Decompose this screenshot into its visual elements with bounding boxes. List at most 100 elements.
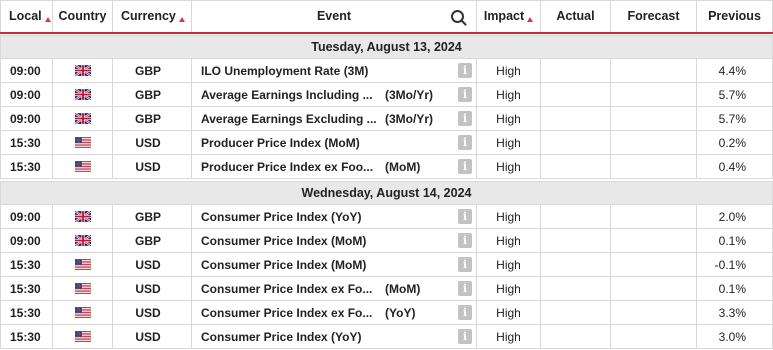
gb-flag-icon (74, 234, 91, 248)
col-currency-label: Currency (121, 9, 176, 24)
gb-flag-icon (74, 112, 91, 126)
event-row[interactable]: 09:00 GBP Consumer Price Index (MoM) i High 0… (0, 228, 773, 253)
event-cell[interactable]: Producer Price Index (MoM) i (191, 130, 477, 155)
country-cell (52, 154, 113, 179)
event-cell[interactable]: Average Earnings Excluding ... (3Mo/Yr) i (191, 106, 477, 131)
event-time: 15:30 (0, 154, 53, 179)
us-flag-icon (74, 258, 91, 272)
event-time: 09:00 (0, 204, 53, 229)
event-currency: USD (112, 300, 192, 325)
event-time: 15:30 (0, 300, 53, 325)
event-time: 09:00 (0, 228, 53, 253)
event-cell[interactable]: Consumer Price Index (YoY) i (191, 324, 477, 349)
col-currency[interactable]: Currency (112, 0, 192, 34)
info-icon[interactable]: i (458, 329, 472, 344)
event-cell[interactable]: Average Earnings Including ... (3Mo/Yr) i (191, 82, 477, 107)
event-time: 15:30 (0, 276, 53, 301)
info-icon[interactable]: i (458, 63, 472, 78)
event-row[interactable]: 15:30 USD Producer Price Index ex Foo... (M… (0, 154, 773, 179)
event-actual (540, 324, 611, 349)
event-currency: GBP (112, 204, 192, 229)
col-impact[interactable]: Impact (476, 0, 541, 34)
event-name[interactable]: Consumer Price Index (MoM) (201, 258, 366, 272)
event-name[interactable]: Average Earnings Including ... (201, 88, 373, 102)
event-cell[interactable]: Producer Price Index ex Foo... (MoM) i (191, 154, 477, 179)
event-name[interactable]: ILO Unemployment Rate (3M) (201, 64, 368, 78)
country-cell (52, 324, 113, 349)
event-forecast (610, 252, 697, 277)
event-row[interactable]: 15:30 USD Consumer Price Index ex Fo... (Yo… (0, 300, 773, 325)
sort-arrow-icon[interactable] (527, 17, 534, 23)
col-local[interactable]: Local (0, 0, 53, 34)
event-forecast (610, 276, 697, 301)
event-period: (YoY) (385, 306, 416, 320)
event-row[interactable]: 15:30 USD Producer Price Index (MoM) i High 0… (0, 130, 773, 155)
event-currency: USD (112, 130, 192, 155)
event-name[interactable]: Consumer Price Index (MoM) (201, 234, 366, 248)
event-cell[interactable]: Consumer Price Index ex Fo... (YoY) i (191, 300, 477, 325)
us-flag-icon (74, 160, 91, 174)
col-impact-label: Impact (483, 9, 525, 24)
event-row[interactable]: 15:30 USD Consumer Price Index ex Fo... (Mo… (0, 276, 773, 301)
event-name[interactable]: Consumer Price Index ex Fo... (201, 306, 372, 320)
col-previous-label: Previous (708, 9, 761, 24)
event-actual (540, 228, 611, 253)
day-header-row: Tuesday, August 13, 2024 (0, 35, 773, 59)
us-flag-icon (74, 306, 91, 320)
event-forecast (610, 324, 697, 349)
event-impact: High (476, 324, 541, 349)
col-country[interactable]: Country (52, 0, 113, 34)
info-icon[interactable]: i (458, 305, 472, 320)
info-icon[interactable]: i (458, 209, 472, 224)
info-icon[interactable]: i (458, 159, 472, 174)
country-cell (52, 58, 113, 83)
country-cell (52, 300, 113, 325)
event-period: (MoM) (385, 282, 421, 296)
info-icon[interactable]: i (458, 87, 472, 102)
event-row[interactable]: 09:00 GBP Average Earnings Including ... (3… (0, 82, 773, 107)
event-currency: USD (112, 252, 192, 277)
country-cell (52, 276, 113, 301)
col-event[interactable]: Event (191, 0, 477, 34)
event-name[interactable]: Consumer Price Index (YoY) (201, 210, 361, 224)
event-currency: GBP (112, 106, 192, 131)
event-time: 09:00 (0, 106, 53, 131)
event-row[interactable]: 15:30 USD Consumer Price Index (YoY) i High 3… (0, 324, 773, 349)
event-row[interactable]: 09:00 GBP ILO Unemployment Rate (3M) i High 4… (0, 58, 773, 83)
event-name[interactable]: Producer Price Index (MoM) (201, 136, 360, 150)
info-icon[interactable]: i (458, 257, 472, 272)
event-row[interactable]: 09:00 GBP Average Earnings Excluding ... (3… (0, 106, 773, 131)
info-icon[interactable]: i (458, 135, 472, 150)
search-icon[interactable] (451, 10, 464, 23)
event-previous: 0.2% (696, 130, 773, 155)
event-cell[interactable]: Consumer Price Index ex Fo... (MoM) i (191, 276, 477, 301)
col-event-label: Event (316, 9, 352, 24)
event-name[interactable]: Consumer Price Index (YoY) (201, 330, 361, 344)
event-impact: High (476, 58, 541, 83)
event-cell[interactable]: ILO Unemployment Rate (3M) i (191, 58, 477, 83)
event-name[interactable]: Consumer Price Index ex Fo... (201, 282, 372, 296)
sort-arrow-icon[interactable] (44, 17, 51, 23)
event-currency: GBP (112, 228, 192, 253)
event-impact: High (476, 82, 541, 107)
event-cell[interactable]: Consumer Price Index (MoM) i (191, 228, 477, 253)
event-actual (540, 58, 611, 83)
info-icon[interactable]: i (458, 281, 472, 296)
event-previous: 2.0% (696, 204, 773, 229)
info-icon[interactable]: i (458, 233, 472, 248)
event-cell[interactable]: Consumer Price Index (MoM) i (191, 252, 477, 277)
sort-arrow-icon[interactable] (178, 17, 185, 23)
country-cell (52, 106, 113, 131)
info-icon[interactable]: i (458, 111, 472, 126)
event-name[interactable]: Producer Price Index ex Foo... (201, 160, 373, 174)
event-period: (3Mo/Yr) (385, 112, 433, 126)
event-name[interactable]: Average Earnings Excluding ... (201, 112, 377, 126)
event-currency: USD (112, 154, 192, 179)
event-row[interactable]: 09:00 GBP Consumer Price Index (YoY) i High 2… (0, 204, 773, 229)
country-cell (52, 204, 113, 229)
event-period: (3Mo/Yr) (385, 88, 433, 102)
col-forecast-label: Forecast (627, 9, 680, 24)
event-row[interactable]: 15:30 USD Consumer Price Index (MoM) i High -… (0, 252, 773, 277)
event-actual (540, 154, 611, 179)
event-cell[interactable]: Consumer Price Index (YoY) i (191, 204, 477, 229)
